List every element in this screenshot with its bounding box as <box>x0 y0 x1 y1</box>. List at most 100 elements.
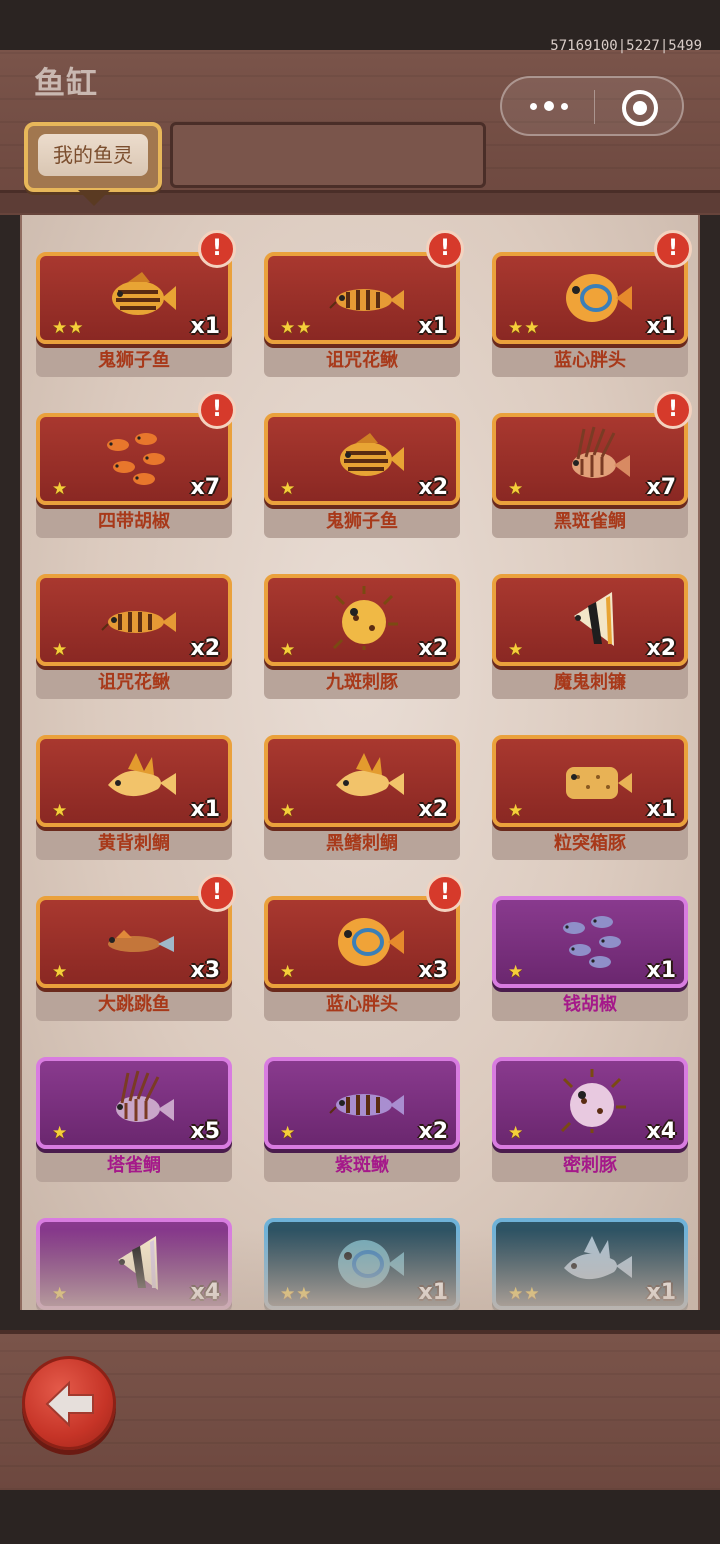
fish-name: 魔鬼刺镰 <box>554 672 626 693</box>
fish-card[interactable]: ★★ x1 <box>492 1218 688 1310</box>
loach-icon <box>329 289 404 311</box>
star-rating-icon: ★ <box>280 640 297 660</box>
star-rating-icon: ★ <box>508 640 525 660</box>
star-rating-icon: ★ <box>280 801 297 821</box>
fish-collection-panel[interactable]: 鬼狮子鱼 ★★ x1! 诅咒花鳅 ★★ x1! 蓝心胖头 ★★ x1! 四带胡椒 ★ x7! 鬼狮子鱼 ★… <box>20 215 700 1310</box>
star-rating-icon: ★ <box>508 1123 525 1143</box>
fish-card[interactable]: 鬼狮子鱼 ★★ x1! <box>36 230 236 377</box>
fish-name: 紫斑鳅 <box>335 1155 389 1176</box>
fish-name: 九斑刺豚 <box>326 672 398 693</box>
star-rating-icon: ★ <box>280 479 297 499</box>
fish-count: x1 <box>646 314 677 339</box>
fish-card[interactable]: 四带胡椒 ★ x7! <box>36 391 236 538</box>
page-title: 鱼缸 <box>34 66 98 102</box>
striped-fish-icon <box>112 272 176 315</box>
fish-card[interactable]: ★ x4 <box>36 1218 232 1310</box>
fish-count: x1 <box>646 1280 677 1305</box>
more-button[interactable] <box>514 88 584 124</box>
star-rating-icon: ★ <box>52 1284 69 1304</box>
tab-my-fish-label: 我的鱼灵 <box>38 134 148 176</box>
round-fish-icon <box>566 274 632 322</box>
fish-name: 蓝心胖头 <box>326 994 398 1015</box>
moorish-idol-icon <box>118 1236 158 1290</box>
fish-school-icon <box>107 433 165 485</box>
fish-count: x2 <box>646 636 677 661</box>
fish-card[interactable]: 黑斑雀鲷 ★ x7! <box>492 391 692 538</box>
fish-card-frame: ★★ x1 <box>264 1218 460 1310</box>
boxfish-icon <box>566 767 632 799</box>
fish-count: x2 <box>418 1119 449 1144</box>
star-rating-icon: ★ <box>508 801 525 821</box>
star-rating-icon: ★★ <box>508 1284 541 1304</box>
round-fish-icon <box>338 918 404 966</box>
fish-card-frame: ★ x7 <box>36 413 232 505</box>
fish-card[interactable]: 紫斑鳅 ★ x2 <box>264 1057 460 1182</box>
fish-count: x1 <box>646 958 677 983</box>
alert-badge-icon: ! <box>426 230 464 268</box>
fish-name: 鬼狮子鱼 <box>326 511 398 532</box>
fish-card[interactable]: 蓝心胖头 ★ x3! <box>264 874 464 1021</box>
pufferfish-icon <box>560 1069 626 1133</box>
fish-card[interactable]: ★★ x1 <box>264 1218 460 1310</box>
debug-text: 57169100|5227|5499 <box>550 38 702 54</box>
fish-count: x3 <box>418 958 449 983</box>
loach-icon <box>329 1094 404 1116</box>
fish-card[interactable]: 魔鬼刺镰 ★ x2 <box>492 574 688 699</box>
fish-name: 黄背刺鲷 <box>98 833 170 854</box>
fish-card[interactable]: 大跳跳鱼 ★ x3! <box>36 874 236 1021</box>
fish-count: x1 <box>190 314 221 339</box>
fish-card-frame: ★★ x1 <box>264 252 460 344</box>
fish-count: x1 <box>418 1280 449 1305</box>
fish-card[interactable]: 钱胡椒 ★ x1 <box>492 896 688 1021</box>
fish-name: 诅咒花鳅 <box>326 350 398 371</box>
more-dots-icon <box>530 102 537 110</box>
fish-card-frame: ★ x2 <box>264 1057 460 1149</box>
alert-badge-icon: ! <box>198 391 236 429</box>
fish-card[interactable]: 鬼狮子鱼 ★ x2 <box>264 413 460 538</box>
fish-card-frame: ★★ x1 <box>492 1218 688 1310</box>
bream-icon <box>564 1236 632 1280</box>
fish-card[interactable]: 蓝心胖头 ★★ x1! <box>492 230 692 377</box>
star-rating-icon: ★ <box>52 801 69 821</box>
back-button[interactable] <box>22 1356 116 1450</box>
fish-name: 诅咒花鳅 <box>98 672 170 693</box>
fish-card[interactable]: 塔雀鲷 ★ x5 <box>36 1057 232 1182</box>
star-rating-icon: ★★ <box>280 1284 313 1304</box>
fish-count: x2 <box>190 636 221 661</box>
lionfish-icon <box>116 1070 174 1122</box>
fish-card[interactable]: 九斑刺豚 ★ x2 <box>264 574 460 699</box>
fish-card-frame: ★★ x1 <box>492 252 688 344</box>
fish-card[interactable]: 诅咒花鳅 ★ x2 <box>36 574 232 699</box>
miniprogram-capsule <box>500 76 684 136</box>
fish-card-frame: ★ x7 <box>492 413 688 505</box>
fish-card-frame: ★ x2 <box>264 735 460 827</box>
fish-count: x2 <box>418 475 449 500</box>
fish-card[interactable]: 密刺豚 ★ x4 <box>492 1057 688 1182</box>
fish-name: 粒突箱豚 <box>554 833 626 854</box>
fish-count: x7 <box>646 475 677 500</box>
star-rating-icon: ★ <box>508 479 525 499</box>
close-target-button[interactable] <box>622 90 658 126</box>
fish-card-frame: ★ x3 <box>264 896 460 988</box>
fish-card[interactable]: 诅咒花鳅 ★★ x1! <box>264 230 464 377</box>
moorish-idol-icon <box>574 592 614 646</box>
fish-card-frame: ★ x4 <box>492 1057 688 1149</box>
fish-count: x2 <box>418 636 449 661</box>
fish-name: 钱胡椒 <box>563 994 617 1015</box>
alert-badge-icon: ! <box>426 874 464 912</box>
lionfish-icon <box>572 426 630 478</box>
target-icon <box>633 101 647 115</box>
bream-icon <box>336 753 404 797</box>
fish-card[interactable]: 黄背刺鲷 ★ x1 <box>36 735 232 860</box>
fish-card-frame: ★ x2 <box>492 574 688 666</box>
star-rating-icon: ★ <box>280 1123 297 1143</box>
fish-name: 塔雀鲷 <box>107 1155 161 1176</box>
fish-card[interactable]: 粒突箱豚 ★ x1 <box>492 735 688 860</box>
fish-count: x4 <box>190 1280 221 1305</box>
fish-card[interactable]: 黑鳍刺鲷 ★ x2 <box>264 735 460 860</box>
back-arrow-icon <box>45 1380 94 1428</box>
fish-name: 黑斑雀鲷 <box>554 511 626 532</box>
tab-indicator-arrow-icon <box>78 190 110 206</box>
tab-bar-empty <box>170 122 486 188</box>
tab-my-fish[interactable]: 我的鱼灵 <box>24 122 162 192</box>
